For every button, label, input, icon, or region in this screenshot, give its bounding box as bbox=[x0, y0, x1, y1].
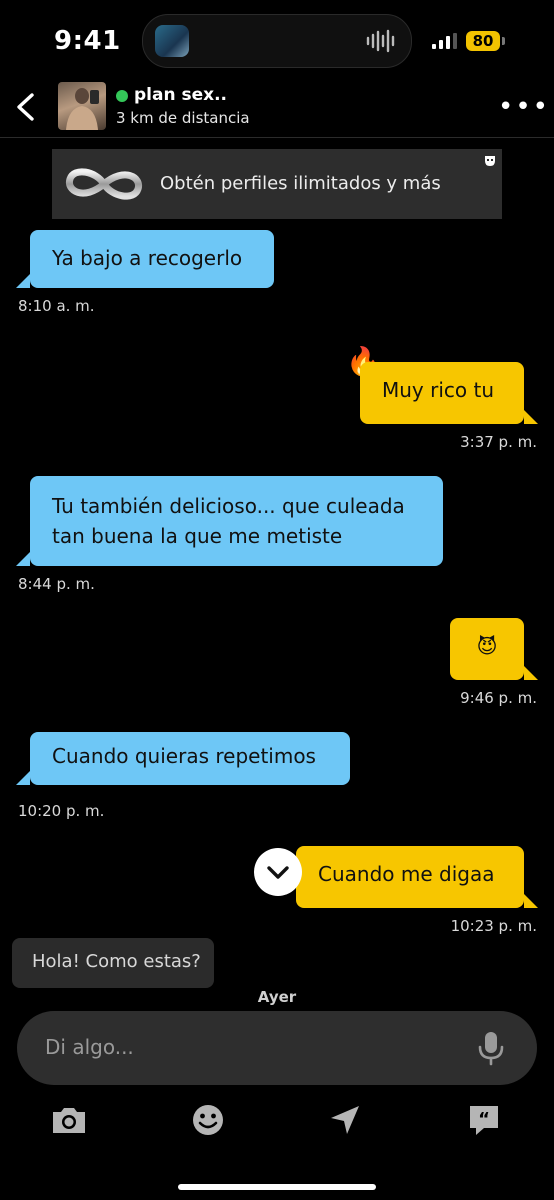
outgoing-message[interactable]: Cuando me digaa bbox=[296, 846, 524, 908]
bubble-tail bbox=[16, 274, 30, 288]
scroll-to-bottom-button[interactable] bbox=[254, 848, 302, 896]
message-timestamp: 10:23 p. m. bbox=[450, 917, 537, 935]
profile-distance: 3 km de distancia bbox=[116, 109, 250, 127]
now-playing-artwork bbox=[155, 25, 189, 57]
profile-avatar[interactable] bbox=[58, 82, 106, 130]
suggested-reply-text: Hola! Como estas? bbox=[32, 951, 201, 972]
message-timestamp: 8:44 p. m. bbox=[18, 575, 95, 593]
back-chevron-icon[interactable] bbox=[12, 92, 40, 122]
header-divider bbox=[0, 137, 554, 138]
profile-name[interactable]: plan sex.. bbox=[134, 85, 227, 105]
saved-phrases-icon[interactable]: “ bbox=[464, 1100, 504, 1140]
bubble-tail bbox=[16, 771, 30, 785]
dynamic-island[interactable] bbox=[142, 14, 412, 68]
incoming-message[interactable]: Tu también delicioso... que culeada tan … bbox=[30, 476, 443, 566]
day-separator: Ayer bbox=[257, 988, 297, 1006]
audio-waveform-icon bbox=[366, 29, 395, 53]
incoming-message[interactable]: Ya bajo a recogerlo bbox=[30, 230, 274, 288]
message-timestamp: 10:20 p. m. bbox=[18, 802, 105, 820]
camera-icon[interactable] bbox=[49, 1100, 89, 1140]
bubble-tail bbox=[16, 552, 30, 566]
status-time: 9:41 bbox=[54, 26, 121, 56]
message-timestamp: 9:46 p. m. bbox=[460, 689, 537, 707]
svg-text:“: “ bbox=[478, 1109, 490, 1130]
message-timestamp: 8:10 a. m. bbox=[18, 297, 95, 315]
incoming-message[interactable]: Cuando quieras repetimos bbox=[30, 732, 350, 785]
message-timestamp: 3:37 p. m. bbox=[460, 433, 537, 451]
bubble-tail bbox=[524, 410, 538, 424]
message-input[interactable] bbox=[45, 1035, 445, 1059]
microphone-icon[interactable] bbox=[477, 1029, 505, 1067]
upgrade-banner-text: Obtén perfiles ilimitados y más bbox=[160, 173, 441, 194]
suggested-reply-chip[interactable]: Hola! Como estas? bbox=[12, 938, 214, 988]
bubble-tail bbox=[524, 894, 538, 908]
battery-tip bbox=[502, 37, 505, 45]
brand-mask-icon bbox=[485, 156, 495, 166]
infinity-icon bbox=[66, 168, 142, 200]
emoji-icon[interactable] bbox=[188, 1100, 228, 1140]
outgoing-message[interactable]: Muy rico tu bbox=[360, 362, 524, 424]
chevron-down-icon bbox=[267, 866, 289, 879]
online-status-dot bbox=[116, 90, 128, 102]
avatar-silhouette bbox=[66, 88, 99, 130]
location-icon[interactable] bbox=[325, 1100, 365, 1140]
home-indicator[interactable] bbox=[178, 1184, 376, 1190]
more-options-icon[interactable]: ••• bbox=[498, 94, 550, 120]
bubble-tail bbox=[524, 666, 538, 680]
outgoing-message[interactable]: 😈 bbox=[450, 618, 524, 680]
signal-icon bbox=[432, 33, 457, 49]
message-composer[interactable] bbox=[17, 1011, 537, 1085]
battery-level: 80 bbox=[466, 31, 500, 51]
upgrade-banner[interactable]: Obtén perfiles ilimitados y más bbox=[52, 149, 502, 219]
